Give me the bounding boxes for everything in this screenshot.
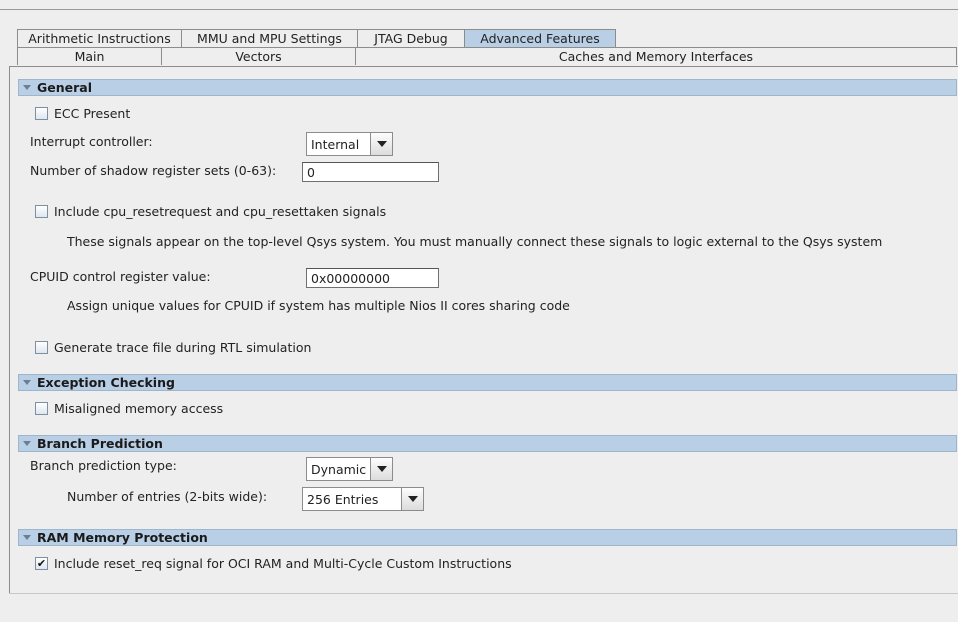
bottom-border	[9, 593, 958, 594]
collapse-triangle-icon	[23, 441, 31, 446]
tab-main[interactable]: Main	[17, 47, 162, 65]
section-title: Branch Prediction	[37, 436, 163, 451]
ecc-present-label: ECC Present	[54, 106, 131, 121]
top-border	[0, 9, 958, 10]
tab-mmu-mpu-settings[interactable]: MMU and MPU Settings	[181, 29, 358, 47]
branch-prediction-type-select[interactable]: Dynamic	[306, 457, 393, 481]
reset-signals-label: Include cpu_resetrequest and cpu_resetta…	[54, 204, 387, 219]
tab-vectors[interactable]: Vectors	[161, 47, 356, 65]
dropdown-button[interactable]	[371, 457, 393, 481]
dropdown-button[interactable]	[371, 132, 393, 156]
shadow-register-sets-input[interactable]: 0	[302, 162, 439, 182]
trace-file-checkbox[interactable]	[35, 341, 48, 354]
section-general-header[interactable]: General	[18, 79, 957, 96]
interrupt-controller-select[interactable]: Internal	[306, 132, 393, 156]
section-exception-checking-header[interactable]: Exception Checking	[18, 374, 957, 391]
tab-jtag-debug[interactable]: JTAG Debug	[357, 29, 465, 47]
tab-row-1: Arithmetic Instructions MMU and MPU Sett…	[17, 29, 616, 47]
cpuid-note: Assign unique values for CPUID if system…	[67, 298, 570, 313]
tab-caches-memory-interfaces[interactable]: Caches and Memory Interfaces	[355, 47, 957, 65]
reset-req-label: Include reset_req signal for OCI RAM and…	[54, 556, 512, 571]
chevron-down-icon	[376, 466, 387, 472]
misaligned-memory-checkbox[interactable]	[35, 402, 48, 415]
section-title: RAM Memory Protection	[37, 530, 208, 545]
branch-prediction-type-label: Branch prediction type:	[30, 458, 177, 473]
collapse-triangle-icon	[23, 380, 31, 385]
branch-entries-select[interactable]: 256 Entries	[302, 487, 424, 511]
cpuid-label: CPUID control register value:	[30, 269, 211, 284]
misaligned-memory-label: Misaligned memory access	[54, 401, 224, 416]
section-branch-prediction-header[interactable]: Branch Prediction	[18, 435, 957, 452]
shadow-register-sets-label: Number of shadow register sets (0-63):	[30, 163, 277, 178]
cpuid-input[interactable]: 0x00000000	[306, 268, 439, 288]
tab-row-2: Main Vectors Caches and Memory Interface…	[17, 47, 957, 65]
dropdown-button[interactable]	[402, 487, 424, 511]
tab-advanced-features[interactable]: Advanced Features	[464, 29, 616, 47]
section-ram-memory-protection-header[interactable]: RAM Memory Protection	[18, 529, 957, 546]
interrupt-controller-label: Interrupt controller:	[30, 134, 153, 149]
interrupt-controller-value: Internal	[306, 132, 371, 156]
chevron-down-icon	[376, 141, 387, 147]
trace-file-label: Generate trace file during RTL simulatio…	[54, 340, 312, 355]
checkmark-icon: ✔	[36, 557, 47, 570]
branch-prediction-type-value: Dynamic	[306, 457, 371, 481]
branch-entries-value: 256 Entries	[302, 487, 402, 511]
tab-arithmetic-instructions[interactable]: Arithmetic Instructions	[17, 29, 182, 47]
reset-signals-checkbox[interactable]	[35, 205, 48, 218]
reset-req-checkbox[interactable]: ✔	[35, 557, 48, 570]
section-title: Exception Checking	[37, 375, 175, 390]
chevron-down-icon	[407, 496, 418, 502]
collapse-triangle-icon	[23, 535, 31, 540]
collapse-triangle-icon	[23, 85, 31, 90]
section-title: General	[37, 80, 92, 95]
reset-signals-note: These signals appear on the top-level Qs…	[67, 234, 883, 249]
branch-entries-label: Number of entries (2-bits wide):	[67, 489, 268, 504]
ecc-present-checkbox[interactable]	[35, 107, 48, 120]
